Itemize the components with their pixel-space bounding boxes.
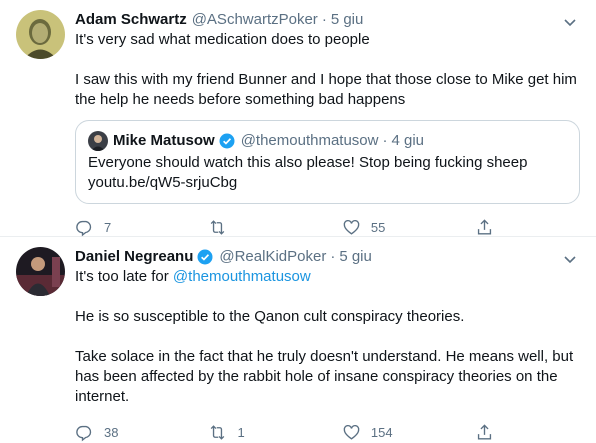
quote-text-line: Everyone should watch this also please! … [88,154,528,171]
separator-dot: · [330,248,336,265]
line-break [75,287,580,307]
tweet-actions: 38 1 154 [75,417,505,443]
retweet-button[interactable] [208,218,341,237]
tweet-text: It's too late for @themouthmatusow He is… [75,267,580,407]
share-icon [478,423,492,440]
verified-badge-icon [196,248,214,266]
quote-link: youtu.be/qW5-srjuCbg [88,174,238,191]
tweet-text-line: internet. [75,388,130,405]
timestamp[interactable]: 5 giu [331,10,364,30]
like-button[interactable]: 55 [342,218,475,237]
author-name[interactable]: Adam Schwartz [75,10,187,30]
author-handle[interactable]: @ASchwartzPoker [192,10,318,30]
retweet-icon [211,219,225,235]
chevron-down-icon[interactable] [560,12,580,32]
mention-link[interactable]: @themouthmatusow [173,268,311,285]
tweet-text-line: has been affected by the rabbit hole of … [75,368,558,385]
tweet[interactable]: Adam Schwartz @ASchwartzPoker · 5 giu It… [0,0,596,237]
reply-count: 38 [104,424,119,440]
reply-icon [76,220,92,236]
chevron-down-icon[interactable] [560,249,580,269]
share-button[interactable] [475,218,505,237]
avatar[interactable] [16,10,65,59]
separator-dot: · [382,132,388,149]
author-handle[interactable]: @RealKidPoker [219,247,326,267]
tweet-text: It's very sad what medication does to pe… [75,30,580,110]
avatar[interactable] [16,247,65,296]
tweet[interactable]: Daniel Negreanu @RealKidPoker · 5 giu It… [0,237,596,443]
quoted-tweet[interactable]: Mike Matusow @themouthmatusow · 4 giu Ev… [75,120,580,204]
retweet-icon [211,424,225,440]
retweet-button[interactable]: 1 [208,423,341,442]
separator-dot: · [321,11,327,28]
heart-icon [343,219,360,235]
author-name[interactable]: Daniel Negreanu [75,247,193,267]
reply-button[interactable]: 38 [75,423,208,442]
retweet-count: 1 [237,424,245,440]
share-icon [478,218,492,235]
tweet-text-line: Take solace in the fact that he truly do… [75,348,574,365]
share-button[interactable] [475,423,505,442]
quote-avatar [88,131,108,151]
reply-icon [76,425,92,441]
line-break [75,327,580,347]
verified-badge-icon [218,132,236,150]
like-count: 55 [370,219,386,235]
tweet-text-line: It's too late for @themouthmatusow [75,267,580,287]
reply-button[interactable]: 7 [75,218,208,237]
quote-timestamp: 4 giu [391,132,425,149]
line-break [75,50,580,70]
heart-icon [343,424,360,440]
timestamp[interactable]: 5 giu [339,247,372,267]
tweet-text-line: I saw this with my friend Bunner and I h… [75,71,577,88]
like-button[interactable]: 154 [342,423,475,442]
reply-count: 7 [104,219,112,235]
tweet-text-line: He is so susceptible to the Qanon cult c… [75,308,465,325]
quote-author-handle: @themouthmatusow [240,132,379,149]
quote-text: Everyone should watch this also please! … [88,153,567,193]
like-count: 154 [370,424,393,440]
reply-prefix: It's too late for [75,268,169,285]
quote-author-name: Mike Matusow [113,132,215,149]
tweet-text-line: It's very sad what medication does to pe… [75,31,370,48]
tweet-text-line: the help he needs before something bad h… [75,91,406,108]
